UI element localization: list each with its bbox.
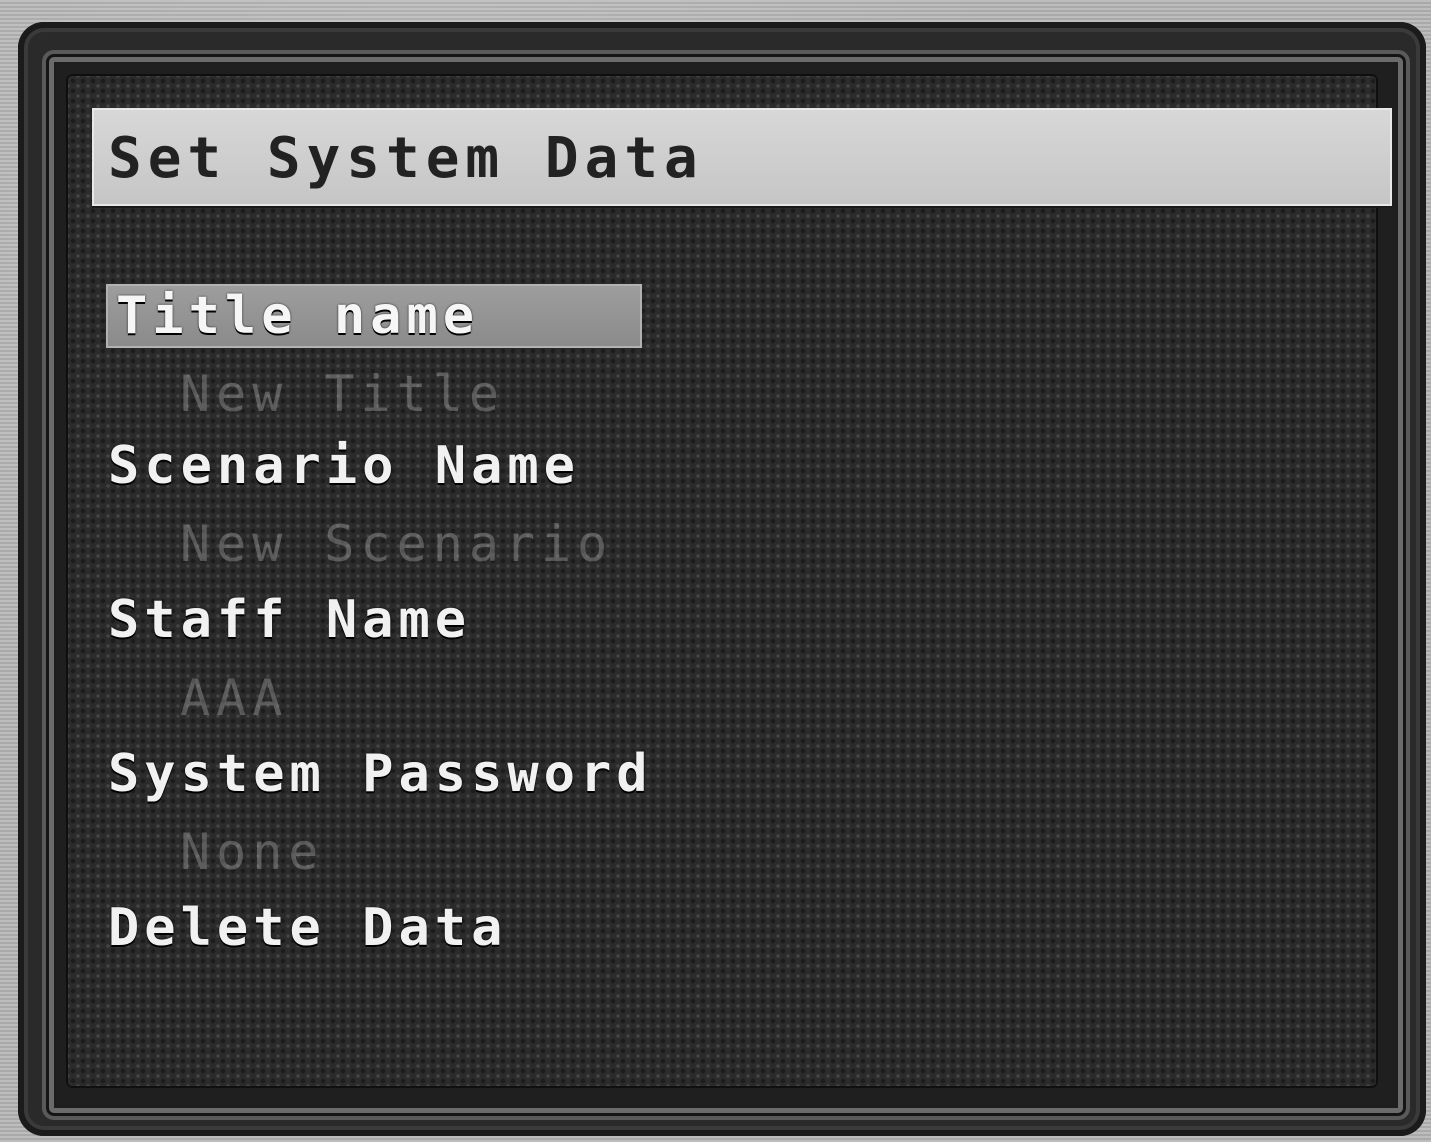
screen: Set System Data Title name New Title Sce…	[0, 0, 1431, 1142]
menu-item-title-name[interactable]: Title name	[106, 284, 642, 348]
title-bar: Set System Data	[92, 108, 1392, 206]
menu-value-scenario-name: New Scenario	[180, 515, 614, 573]
page-title: Set System Data	[108, 126, 704, 191]
menu-value-title-name: New Title	[180, 365, 505, 423]
menu-item-system-password[interactable]: System Password	[108, 742, 653, 806]
menu-value-system-password: None	[180, 823, 325, 881]
menu-value-staff-name: AAA	[180, 669, 289, 727]
menu-item-scenario-name[interactable]: Scenario Name	[108, 434, 580, 498]
system-data-menu: Title name New Title Scenario Name New S…	[106, 280, 1088, 1000]
menu-item-delete-data[interactable]: Delete Data	[108, 896, 507, 960]
menu-item-staff-name[interactable]: Staff Name	[108, 588, 471, 652]
